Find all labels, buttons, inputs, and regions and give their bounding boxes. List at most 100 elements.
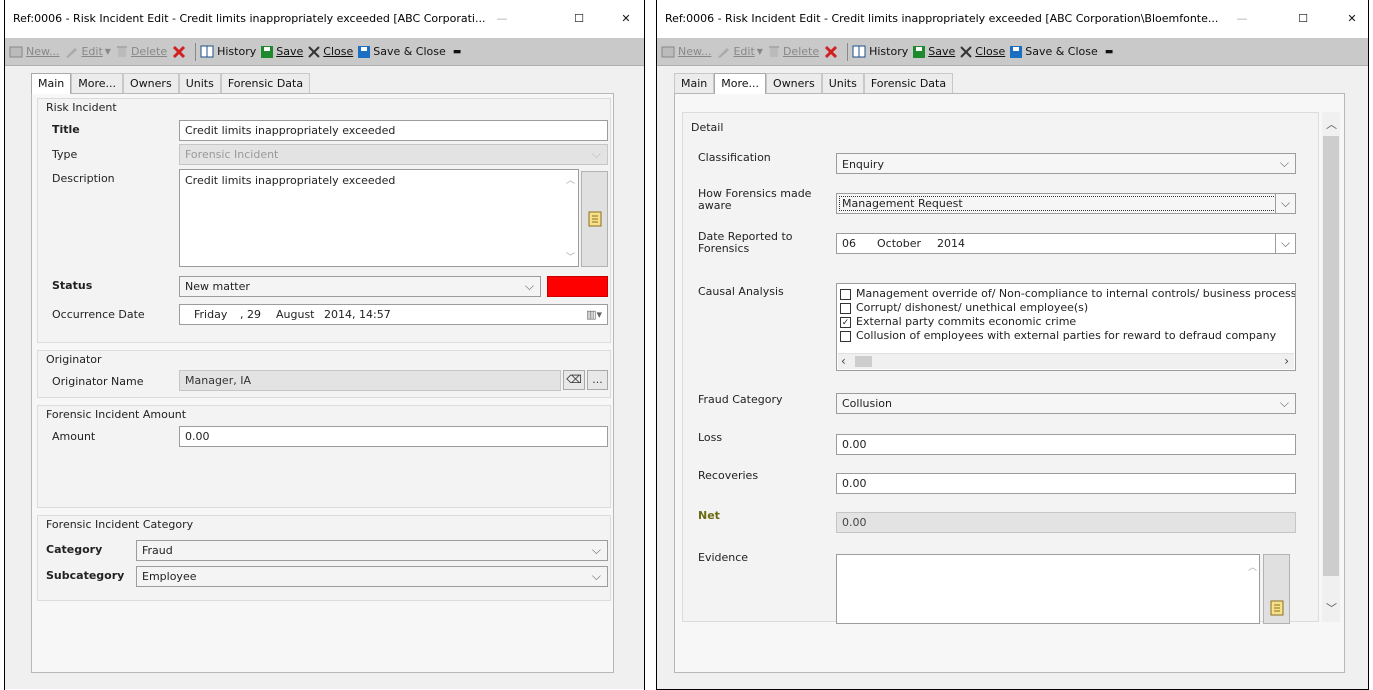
tab-units[interactable]: Units — [178, 73, 221, 93]
tab-forensic-data[interactable]: Forensic Data — [220, 73, 311, 93]
chevron-down-icon[interactable]: ⌵ — [1275, 234, 1295, 253]
causal-item-0[interactable]: Management override of/ Non-compliance t… — [840, 287, 1295, 301]
date-reported-day: 06 — [842, 237, 856, 250]
checkbox[interactable] — [840, 288, 851, 300]
tab-more[interactable]: More... — [714, 73, 767, 94]
tab-units[interactable]: Units — [821, 73, 864, 93]
close-button[interactable]: Close — [308, 45, 353, 58]
history-button[interactable]: History — [200, 45, 256, 58]
history-button[interactable]: History — [852, 45, 908, 58]
scroll-down-icon[interactable]: ﹀ — [566, 250, 575, 263]
notes-button[interactable] — [581, 171, 608, 267]
subcategory-select[interactable]: Employee ⌵ — [136, 566, 608, 587]
scroll-up-icon[interactable]: ︿ — [1326, 116, 1337, 132]
originator-browse-button[interactable]: ... — [587, 370, 608, 390]
chevron-down-icon: ▼ — [104, 47, 111, 56]
tab-more[interactable]: More... — [71, 73, 124, 93]
save-close-button[interactable]: Save & Close — [358, 45, 446, 58]
close-x-icon — [960, 45, 972, 58]
occurrence-date-label: Occurrence Date — [52, 308, 145, 321]
type-select[interactable]: Forensic Incident ⌵ — [179, 144, 608, 165]
close-icon[interactable]: ✕ — [612, 8, 640, 30]
new-icon — [9, 46, 23, 57]
chevron-down-icon: ⌵ — [1279, 396, 1289, 410]
tab-forensic-data[interactable]: Forensic Data — [863, 73, 954, 93]
scrollbar-thumb[interactable] — [855, 356, 872, 367]
status-color-swatch — [547, 276, 608, 297]
toolbar-overflow-icon[interactable]: ▬ — [453, 47, 462, 57]
save-button[interactable]: Save — [913, 45, 955, 58]
scroll-down-icon[interactable]: ﹀ — [1326, 600, 1337, 616]
close-button[interactable]: Close — [960, 45, 1005, 58]
tab-owners[interactable]: Owners — [766, 73, 822, 93]
causal-item-3[interactable]: Collusion of employees with external par… — [840, 329, 1295, 343]
toolbar: New... Edit ▼ Delete History Save Close — [5, 38, 644, 66]
checkbox[interactable] — [840, 302, 851, 314]
occurrence-day: Friday — [194, 308, 228, 321]
scroll-up-icon[interactable]: ︿ — [566, 173, 575, 186]
scroll-left-icon[interactable]: ‹ — [841, 354, 846, 369]
close-icon[interactable]: ✕ — [1338, 8, 1366, 30]
maximize-icon[interactable]: ☐ — [1289, 8, 1317, 30]
right-edit-window: Ref:0006 - Risk Incident Edit - Credit l… — [656, 0, 1369, 690]
maximize-icon[interactable]: ☐ — [565, 8, 593, 30]
chevron-down-icon[interactable]: ⌵ — [1275, 194, 1295, 213]
toolbar: New... Edit ▼ Delete History Save Close — [657, 38, 1368, 66]
classification-select[interactable]: Enquiry ⌵ — [836, 153, 1296, 174]
edit-pencil-icon — [66, 47, 78, 58]
tab-main[interactable]: Main — [31, 73, 72, 94]
edit-button[interactable]: Edit ▼ — [716, 45, 763, 58]
causal-item-1[interactable]: Corrupt/ dishonest/ unethical employee(s… — [840, 301, 1295, 315]
toolbar-overflow-icon[interactable]: ▬ — [1105, 47, 1114, 57]
save-button[interactable]: Save — [261, 45, 303, 58]
save-close-button[interactable]: Save & Close — [1010, 45, 1098, 58]
group-title: Detail — [691, 121, 724, 134]
evidence-notes-button[interactable] — [1263, 554, 1290, 624]
category-select[interactable]: Fraud ⌵ — [136, 540, 608, 561]
left-edit-window: Ref:0006 - Risk Incident Edit - Credit l… — [4, 0, 645, 690]
causal-analysis-checklist[interactable]: Management override of/ Non-compliance t… — [836, 283, 1296, 371]
amount-input[interactable]: 0.00 — [179, 426, 608, 447]
occurrence-year-time: 2014, 14:57 — [324, 308, 391, 321]
content-area: Main More... Owners Units Forensic Data … — [5, 66, 644, 689]
delete-x-button[interactable] — [172, 45, 186, 59]
scroll-right-icon[interactable]: › — [1284, 354, 1289, 369]
new-button[interactable]: New... — [9, 45, 59, 58]
recoveries-input[interactable]: 0.00 — [836, 473, 1296, 494]
minimize-icon[interactable]: — — [1228, 8, 1256, 30]
date-reported-picker[interactable]: 06 October 2014 ⌵ — [836, 233, 1296, 254]
edit-button[interactable]: Edit ▼ — [64, 45, 111, 58]
delete-button[interactable]: Delete — [116, 45, 167, 58]
minimize-icon[interactable]: — — [488, 8, 516, 30]
delete-button[interactable]: Delete — [768, 45, 819, 58]
checkbox[interactable] — [840, 330, 851, 342]
loss-input[interactable]: 0.00 — [836, 434, 1296, 455]
toolbar-separator — [847, 42, 849, 61]
title-bar: Ref:0006 - Risk Incident Edit - Credit l… — [5, 0, 644, 38]
scrollbar-thumb[interactable] — [1323, 136, 1339, 576]
tab-main[interactable]: Main — [674, 73, 715, 93]
causal-item-2[interactable]: ✓ External party commits economic crime — [840, 315, 1295, 329]
originator-eraser-button[interactable]: ⌫ — [563, 370, 585, 390]
delete-x-icon — [173, 45, 186, 58]
vertical-scrollbar[interactable]: ︿ ﹀ — [1322, 112, 1340, 622]
edit-pencil-icon — [718, 47, 730, 58]
new-button[interactable]: New... — [661, 45, 711, 58]
evidence-textarea[interactable] — [836, 554, 1260, 624]
subcategory-label: Subcategory — [46, 569, 125, 582]
chevron-down-icon: ⌵ — [591, 147, 601, 161]
fraud-category-select[interactable]: Collusion ⌵ — [836, 393, 1296, 414]
occurrence-date-picker[interactable]: Friday , 29 August 2014, 14:57 ▥▾ — [179, 304, 608, 325]
calendar-icon[interactable]: ▥▾ — [586, 305, 602, 324]
scroll-up-icon[interactable]: ︿ — [1248, 560, 1257, 573]
title-input[interactable]: Credit limits inappropriately exceeded — [179, 120, 608, 141]
tab-owners[interactable]: Owners — [123, 73, 179, 93]
aware-select[interactable]: Management Request ⌵ — [836, 193, 1296, 214]
chevron-down-icon: ⌵ — [591, 569, 601, 583]
delete-x-button[interactable] — [824, 45, 838, 59]
content-area: Main More... Owners Units Forensic Data … — [657, 66, 1368, 689]
checkbox-checked[interactable]: ✓ — [840, 316, 851, 328]
horizontal-scrollbar[interactable]: ‹ › — [838, 353, 1294, 369]
description-textarea[interactable]: Credit limits inappropriately exceeded — [179, 169, 579, 267]
status-select[interactable]: New matter ⌵ — [179, 276, 541, 297]
